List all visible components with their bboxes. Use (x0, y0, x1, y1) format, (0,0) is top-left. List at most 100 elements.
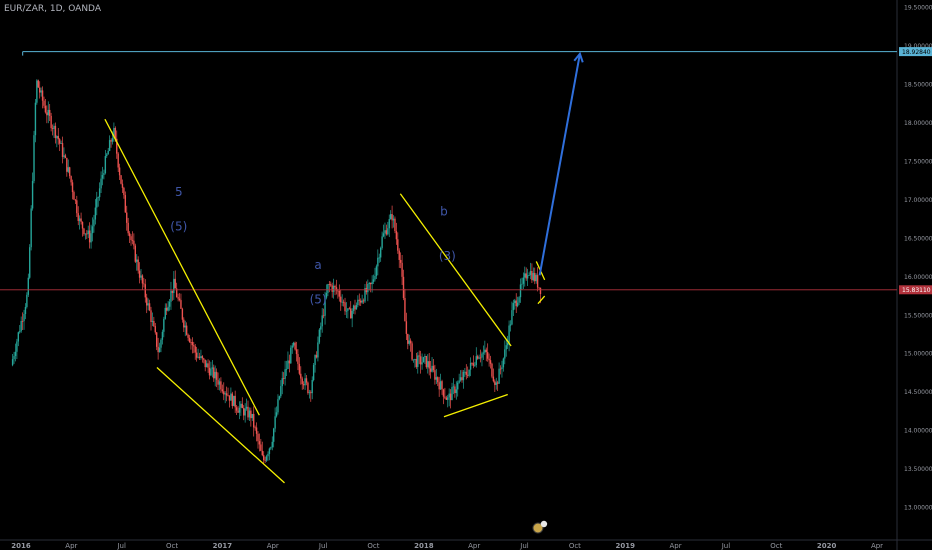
candle-body (504, 349, 506, 359)
candle-body (367, 283, 369, 293)
candle-body (77, 213, 79, 221)
candle-body (318, 329, 321, 343)
candle-body (461, 377, 463, 381)
candle-body (151, 320, 154, 322)
wave-trendline[interactable] (537, 295, 546, 305)
candle-body (228, 395, 231, 401)
candle-body (41, 90, 44, 101)
wave-trendline[interactable] (104, 118, 260, 416)
candle-body (190, 341, 192, 343)
candle-body (288, 360, 291, 364)
candle-body (317, 342, 319, 358)
candle-body (157, 346, 159, 353)
candle-body (277, 399, 279, 413)
candle-body (54, 125, 57, 139)
candle-body (465, 371, 467, 375)
candle-body (294, 342, 296, 350)
candle-body (74, 199, 77, 201)
candle-body (156, 332, 158, 347)
candle-body (261, 450, 263, 456)
candle-body (438, 382, 440, 390)
candle-body (425, 356, 428, 368)
y-tick-label: 13.50000 (904, 466, 932, 473)
candle-body (17, 332, 20, 342)
candle-body (13, 355, 15, 360)
candle-body (274, 416, 276, 429)
candle-body (83, 228, 85, 235)
candle-body (267, 453, 269, 457)
candle-body (130, 236, 132, 240)
candle-body (218, 381, 221, 385)
candle-body (302, 384, 305, 386)
candle-body (31, 181, 34, 209)
candle-body (314, 355, 316, 365)
candle-body (305, 378, 308, 383)
candle-body (248, 410, 251, 418)
candle-body (384, 230, 386, 234)
candle-body (344, 302, 346, 312)
candle-body (143, 283, 145, 285)
candle-body (495, 382, 497, 385)
candle-body (168, 301, 171, 307)
candle-body (111, 138, 114, 142)
candle-body (100, 178, 102, 189)
candle-body (526, 275, 529, 279)
candle-body (312, 364, 315, 381)
wave-label: a (314, 258, 321, 272)
candle-body (87, 230, 89, 235)
candle-body (67, 167, 69, 172)
y-tick-label: 15.00000 (904, 351, 932, 358)
candle-body (516, 302, 519, 307)
wave-trendline[interactable] (443, 393, 508, 418)
candle-body (437, 377, 439, 383)
candle-body (442, 389, 445, 397)
candle-body (402, 276, 405, 299)
x-tick-label: Oct (569, 542, 581, 550)
candle-body (187, 334, 189, 338)
wave-label: (5) (170, 220, 187, 234)
candle-body (407, 333, 409, 344)
candle-body (381, 236, 383, 248)
candle-body (482, 352, 485, 354)
candle-body (496, 382, 499, 384)
projection-arrow[interactable] (538, 53, 581, 276)
price-chart[interactable]: 19.5000019.0000018.5000018.0000017.50000… (0, 0, 932, 550)
candle-body (481, 353, 483, 358)
candle-body (134, 245, 137, 262)
candle-body (491, 363, 493, 377)
candle-body (51, 128, 54, 130)
candle-body (221, 389, 224, 392)
candle-body (509, 324, 512, 326)
candle-body (220, 381, 222, 390)
candle-body (418, 355, 420, 357)
candle-body (479, 357, 482, 359)
candle-body (103, 173, 105, 176)
x-tick-label: Oct (367, 542, 379, 550)
candle-body (20, 321, 22, 332)
candle-body (415, 358, 418, 367)
candle-body (270, 447, 272, 449)
candle-body (255, 427, 258, 434)
candle-body (330, 284, 332, 286)
candle-body (244, 408, 246, 416)
candle-body (334, 285, 336, 288)
candle-body (180, 300, 182, 309)
candle-body (411, 343, 413, 360)
candle-body (398, 250, 400, 260)
candle-body (278, 396, 281, 400)
candle-body (368, 283, 370, 284)
candle-body (449, 393, 452, 401)
candle-body (439, 381, 442, 390)
candle-body (457, 382, 459, 390)
candle-body (200, 356, 202, 358)
candle-body (422, 357, 425, 363)
candle-body (514, 300, 516, 304)
candle-body (191, 342, 194, 346)
candle-body (417, 355, 419, 367)
x-tick-label: Apr (468, 542, 480, 550)
candle-body (291, 345, 293, 348)
candle-body (53, 125, 55, 130)
candle-body (441, 381, 443, 390)
wave-trendline[interactable] (399, 193, 512, 347)
x-tick-label: Jul (721, 542, 731, 550)
